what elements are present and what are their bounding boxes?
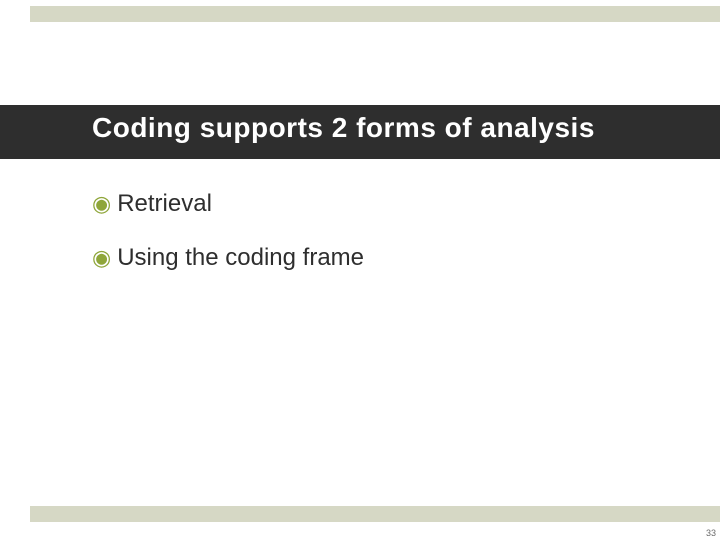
list-item: ◉ Using the coding frame [92,244,680,272]
bullet-text: Retrieval [117,190,212,218]
slide-title: Coding supports 2 forms of analysis [92,112,595,144]
top-accent-bar [30,6,720,22]
target-icon: ◉ [92,247,111,269]
slide-body: ◉ Retrieval ◉ Using the coding frame [92,190,680,298]
bullet-text: Using the coding frame [117,244,364,272]
target-icon: ◉ [92,193,111,215]
list-item: ◉ Retrieval [92,190,680,218]
bottom-accent-bar [30,506,720,522]
page-number: 33 [706,528,716,538]
